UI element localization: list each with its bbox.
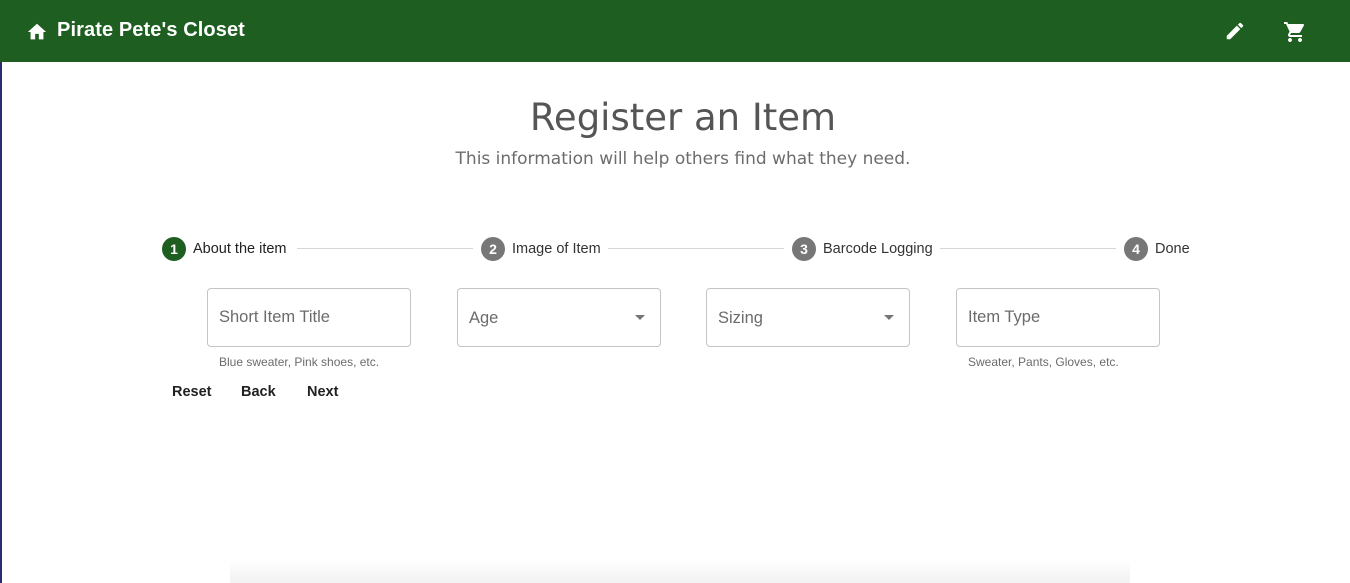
step-done[interactable]: 4 Done xyxy=(1124,236,1190,262)
dropdown-arrow-icon xyxy=(884,315,894,320)
step-connector xyxy=(940,248,1116,249)
item-title-helper: Blue sweater, Pink shoes, etc. xyxy=(219,355,380,369)
step-barcode-logging[interactable]: 3 Barcode Logging xyxy=(792,236,933,262)
page-title: Register an Item xyxy=(529,96,837,139)
age-select-label: Age xyxy=(469,309,499,327)
step-label: Barcode Logging xyxy=(823,241,933,257)
item-title-input[interactable] xyxy=(208,289,410,346)
back-button[interactable]: Back xyxy=(241,381,276,403)
page-subtitle: This information will help others find w… xyxy=(455,149,911,169)
step-about-the-item[interactable]: 1 About the item xyxy=(162,236,287,262)
home-icon[interactable] xyxy=(26,21,48,43)
age-select[interactable]: Age xyxy=(457,288,661,347)
sizing-select[interactable]: Sizing xyxy=(706,288,910,347)
item-type-helper: Sweater, Pants, Gloves, etc. xyxy=(968,355,1119,369)
step-number: 4 xyxy=(1124,237,1148,261)
step-label: Image of Item xyxy=(512,241,601,257)
pencil-icon[interactable] xyxy=(1224,20,1246,42)
shopping-cart-icon[interactable] xyxy=(1283,20,1307,42)
step-connector xyxy=(297,248,473,249)
step-label: Done xyxy=(1155,241,1190,257)
item-type-field xyxy=(956,288,1160,347)
window-left-edge xyxy=(0,0,2,583)
step-number: 2 xyxy=(481,237,505,261)
app-title[interactable]: Pirate Pete's Closet xyxy=(57,19,245,42)
app-bar: Pirate Pete's Closet xyxy=(0,0,1350,62)
step-number: 1 xyxy=(162,237,186,261)
item-type-input[interactable] xyxy=(957,289,1159,346)
item-title-field xyxy=(207,288,411,347)
step-image-of-item[interactable]: 2 Image of Item xyxy=(481,236,601,262)
sizing-select-label: Sizing xyxy=(718,309,763,327)
stepper: 1 About the item 2 Image of Item 3 Barco… xyxy=(162,236,1192,262)
reset-button[interactable]: Reset xyxy=(172,381,212,403)
step-connector xyxy=(608,248,784,249)
dropdown-arrow-icon xyxy=(635,315,645,320)
card-shadow xyxy=(230,560,1130,583)
step-label: About the item xyxy=(193,241,287,257)
step-number: 3 xyxy=(792,237,816,261)
next-button[interactable]: Next xyxy=(307,381,338,403)
